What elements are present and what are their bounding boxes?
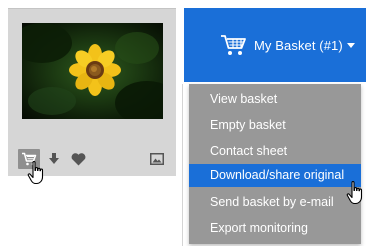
menu-item-empty-basket[interactable]: Empty basket	[189, 114, 361, 136]
basket-dropdown-menu: View basket Empty basket Contact sheet D…	[189, 84, 361, 244]
thumbnail-image[interactable]	[22, 23, 163, 119]
hand-cursor-icon	[27, 161, 44, 185]
menu-item-export-monitoring[interactable]: Export monitoring	[189, 217, 361, 239]
hand-cursor-icon	[346, 181, 363, 205]
favorite-button[interactable]	[68, 149, 88, 169]
download-button[interactable]	[46, 149, 62, 169]
preview-button[interactable]	[148, 149, 166, 169]
shopping-cart-icon	[221, 35, 246, 55]
download-icon	[49, 153, 59, 164]
basket-header-bar: My Basket (#1)	[184, 8, 366, 82]
media-card	[8, 8, 176, 176]
flower-photo	[22, 23, 163, 119]
menu-item-download-share-original[interactable]: Download/share original	[189, 164, 361, 187]
image-icon	[150, 153, 164, 165]
menu-item-contact-sheet[interactable]: Contact sheet	[189, 140, 361, 162]
basket-label: My Basket (#1)	[254, 37, 343, 53]
menu-item-view-basket[interactable]: View basket	[189, 88, 361, 110]
my-basket-button[interactable]: My Basket (#1)	[220, 30, 355, 60]
chevron-down-icon	[346, 42, 355, 48]
menu-item-send-by-email[interactable]: Send basket by e-mail	[189, 191, 361, 213]
divider	[182, 84, 183, 246]
heart-icon	[71, 152, 85, 165]
